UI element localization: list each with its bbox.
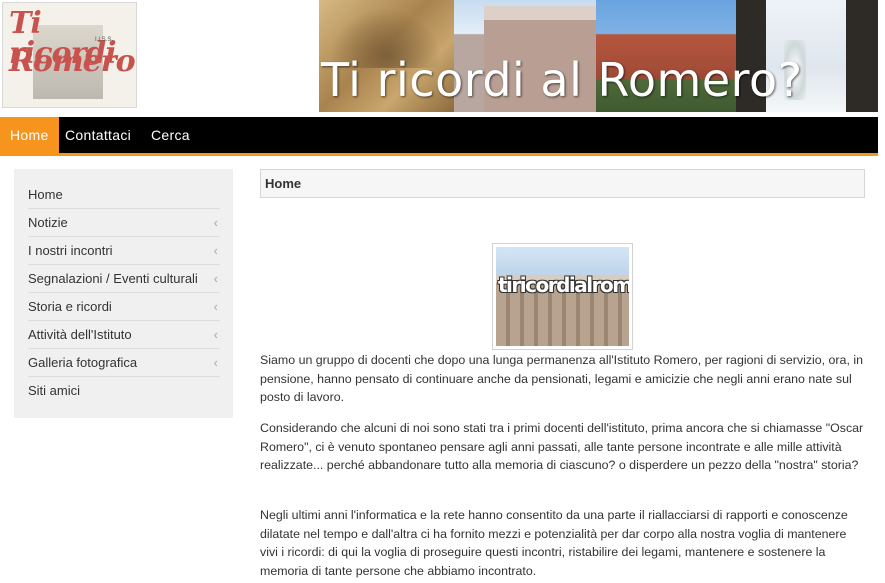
main-nav: Home Contattaci Cerca [0, 117, 878, 156]
sidebar-item-label: I nostri incontri [28, 243, 113, 258]
sidebar-item-notizie[interactable]: Notizie ‹ [28, 209, 220, 237]
banner-title: Ti ricordi al Romero? [321, 53, 803, 107]
sidebar-item-incontri[interactable]: I nostri incontri ‹ [28, 237, 220, 265]
sidebar-item-label: Home [28, 187, 63, 202]
sidebar-item-label: Galleria fotografica [28, 355, 138, 370]
nav-item-cerca[interactable]: Cerca [141, 117, 200, 153]
sidebar-item-home[interactable]: Home [28, 181, 220, 209]
sidebar-item-galleria[interactable]: Galleria fotografica ‹ [28, 349, 220, 377]
content-paragraph-1: Siamo un gruppo di docenti che dopo una … [260, 353, 863, 405]
site-logo[interactable]: Ti ricordi Romero? I.I.S.S. [2, 2, 137, 108]
sidebar-menu: Home Notizie ‹ I nostri incontri ‹ Segna… [14, 169, 233, 418]
sidebar-item-segnalazioni[interactable]: Segnalazioni / Eventi culturali ‹ [28, 265, 220, 293]
sidebar-item-label: Storia e ricordi [28, 299, 112, 314]
sidebar-item-attivita[interactable]: Attività dell'Istituto ‹ [28, 321, 220, 349]
chevron-left-icon: ‹ [213, 327, 218, 342]
nav-item-home[interactable]: Home [0, 117, 59, 153]
chevron-left-icon: ‹ [213, 243, 218, 258]
sidebar-item-label: Attività dell'Istituto [28, 327, 132, 342]
sidebar-item-label: Siti amici [28, 383, 81, 398]
chevron-left-icon: ‹ [213, 271, 218, 286]
page-title: Home [265, 176, 302, 191]
logo-small-text: I.I.S.S. [95, 37, 114, 43]
chevron-left-icon: ‹ [213, 355, 218, 370]
content-paragraph-2: Considerando che alcuni di noi sono stat… [260, 421, 864, 473]
chevron-left-icon: ‹ [213, 299, 218, 314]
sidebar-item-storia[interactable]: Storia e ricordi ‹ [28, 293, 220, 321]
logo-text-line2: Romero? [9, 44, 137, 79]
content-paragraph-3: Negli ultimi anni l'informatica e la ret… [260, 508, 848, 578]
sidebar-item-label: Notizie [28, 215, 68, 230]
page-title-box: Home [260, 169, 865, 198]
content-image-text: tiricordialromero [498, 273, 629, 297]
site-header: Ti ricordi Romero? I.I.S.S. Ti ricordi a… [0, 0, 885, 114]
content-image-photo: tiricordialromero [496, 247, 629, 346]
nav-item-contattaci[interactable]: Contattaci [55, 117, 141, 153]
chevron-left-icon: ‹ [213, 215, 218, 230]
content-image: tiricordialromero [492, 243, 633, 350]
sidebar-item-siti-amici[interactable]: Siti amici [28, 377, 220, 404]
sidebar-item-label: Segnalazioni / Eventi culturali [28, 271, 198, 286]
